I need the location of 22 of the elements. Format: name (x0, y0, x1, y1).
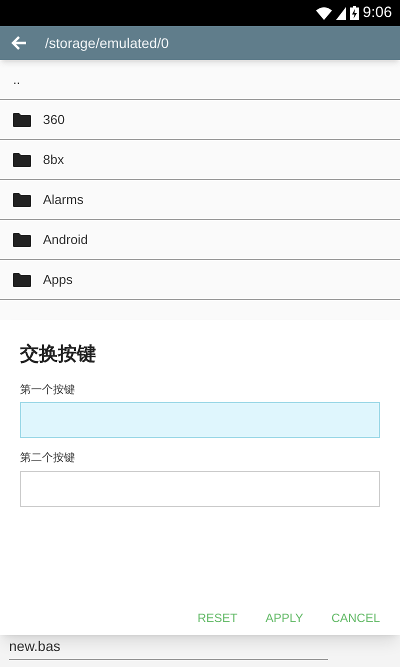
file-row[interactable]: Apps (0, 260, 400, 300)
file-row[interactable]: 360 (0, 100, 400, 140)
file-row[interactable]: 8bx (0, 140, 400, 180)
file-row[interactable]: .. (0, 60, 400, 100)
folder-icon (13, 272, 31, 286)
current-path: /storage/emulated/0 (45, 34, 169, 53)
dialog-title: 交换按键 (20, 342, 97, 367)
back-icon[interactable] (11, 35, 27, 51)
battery-icon (350, 6, 359, 20)
folder-icon (13, 232, 31, 246)
signal-icon (336, 6, 346, 20)
key-input[interactable] (20, 402, 380, 438)
file-row[interactable]: Android (0, 220, 400, 260)
clock-time: 9:06 (362, 2, 392, 23)
key-input[interactable] (20, 470, 380, 506)
folder-icon (13, 152, 31, 166)
folder-icon (13, 112, 31, 126)
wifi-icon (316, 6, 332, 20)
file-row[interactable]: Alarms (0, 180, 400, 220)
field-label: 第一个按键 (20, 382, 76, 398)
field-label: 第二个按键 (20, 451, 76, 466)
folder-icon (13, 192, 31, 206)
